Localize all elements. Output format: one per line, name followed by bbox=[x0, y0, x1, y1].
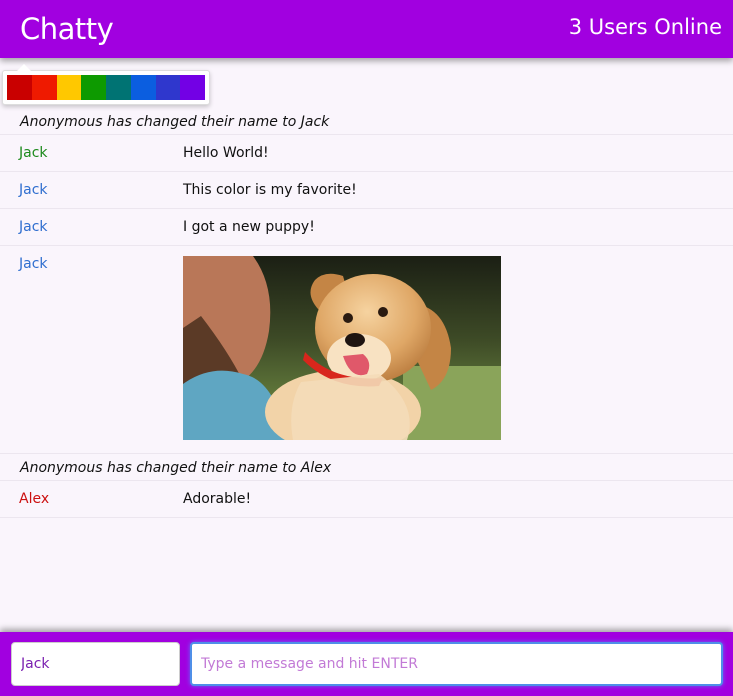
notice-text: Anonymous has changed their name to Jack bbox=[20, 114, 330, 130]
puppy-photo[interactable] bbox=[183, 256, 501, 440]
color-swatch-red[interactable] bbox=[7, 75, 32, 100]
chat-bar bbox=[0, 632, 733, 696]
system-notice: Anonymous has changed their name to Jack bbox=[0, 108, 733, 135]
notice-text: Anonymous has changed their name to Alex bbox=[20, 460, 332, 476]
chat-message-image: Jack bbox=[0, 246, 733, 454]
system-notice: Anonymous has changed their name to Alex bbox=[0, 454, 733, 481]
message-content: I got a new puppy! bbox=[183, 219, 315, 235]
color-swatch-yellow[interactable] bbox=[56, 75, 82, 100]
color-swatch-orange-red[interactable] bbox=[31, 75, 57, 100]
username-input[interactable] bbox=[11, 642, 180, 686]
users-online-count: 3 Users Online bbox=[568, 15, 722, 39]
chat-message: Jack This color is my favorite! bbox=[0, 172, 733, 209]
navbar: Chatty 3 Users Online bbox=[0, 0, 733, 58]
message-content: This color is my favorite! bbox=[183, 182, 357, 198]
color-palette bbox=[2, 64, 210, 105]
message-username: Jack bbox=[19, 256, 48, 272]
brand-logo[interactable]: Chatty bbox=[20, 12, 114, 46]
message-username: Alex bbox=[19, 491, 50, 507]
color-swatch-blue[interactable] bbox=[130, 75, 156, 100]
message-username: Jack bbox=[19, 145, 48, 161]
color-swatch-green[interactable] bbox=[81, 75, 106, 100]
color-swatch-indigo[interactable] bbox=[155, 75, 181, 100]
message-content: Hello World! bbox=[183, 145, 269, 161]
chat-message: Jack Hello World! bbox=[0, 135, 733, 172]
message-username: Jack bbox=[19, 219, 48, 235]
message-input[interactable] bbox=[190, 642, 723, 686]
message-username: Jack bbox=[19, 182, 48, 198]
message-content: Adorable! bbox=[183, 491, 252, 507]
chat-message: Alex Adorable! bbox=[0, 481, 733, 518]
color-swatch-violet[interactable] bbox=[180, 75, 205, 100]
chat-message: Jack I got a new puppy! bbox=[0, 209, 733, 246]
color-swatch-teal[interactable] bbox=[106, 75, 131, 100]
message-list: Anonymous has changed their name to Jack… bbox=[0, 108, 733, 518]
